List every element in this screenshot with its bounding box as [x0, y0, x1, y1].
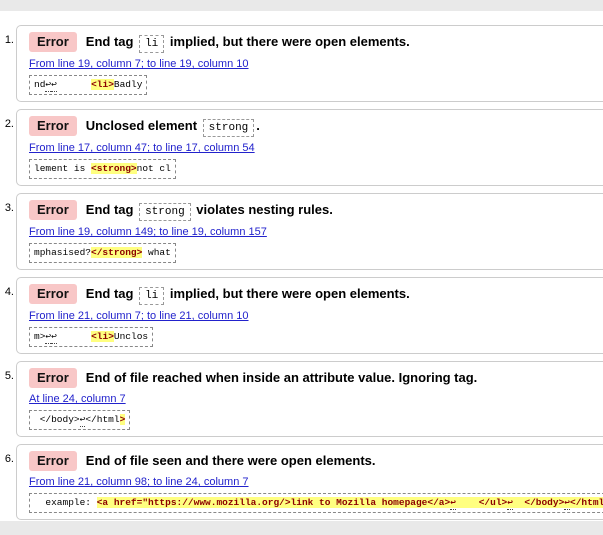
error-extract-row: mphasised?</strong> what [29, 243, 603, 263]
error-location-link[interactable]: From line 19, column 149; to line 19, co… [29, 226, 267, 238]
error-number: 5. [0, 370, 14, 382]
error-extract-row: m>↩↩ <li>Unclos [29, 327, 603, 347]
error-message: Error End of file seen and there were ope… [29, 451, 603, 471]
error-location: From line 19, column 149; to line 19, co… [29, 224, 603, 239]
newline-mark: ↩ [51, 79, 57, 92]
error-number: 1. [0, 34, 14, 46]
newline-mark: ↩ [450, 497, 456, 510]
error-message-code-token: strong [139, 203, 191, 221]
error-item: 5. ErrorEnd of file reached when inside … [16, 361, 603, 437]
error-message-code-token: li [139, 35, 164, 53]
newline-mark: ↩ [80, 414, 86, 427]
error-message: Error End tag li implied, but there were … [29, 32, 603, 53]
error-location: From line 17, column 47; to line 17, col… [29, 140, 603, 155]
error-message-text: Unclosed element [86, 118, 201, 133]
error-source-extract: mphasised?</strong> what [29, 243, 176, 263]
error-message-code-token: strong [203, 119, 255, 137]
error-number: 4. [0, 286, 14, 298]
error-extract-row: nd↩↩ <li>Badly [29, 75, 603, 95]
error-source-extract: nd↩↩ <li>Badly [29, 75, 147, 95]
error-message-text-suffix: implied, but there were open elements. [166, 34, 409, 49]
error-item: 2. ErrorUnclosed element strong. From li… [16, 109, 603, 186]
error-badge: Error [29, 451, 77, 471]
error-message-text: End of file seen and there were open ele… [86, 453, 376, 468]
error-location: At line 24, column 7 [29, 391, 603, 406]
error-extract-row: example: <a href="https://www.mozilla.or… [29, 493, 603, 513]
error-location-link[interactable]: From line 21, column 98; to line 24, col… [29, 476, 249, 488]
error-box: Error End of file seen and there were ope… [16, 444, 603, 520]
error-message: Error End tag strong violates nesting rul… [29, 200, 603, 221]
error-extract-row: </body>↩</html> [29, 410, 603, 430]
newline-mark: ↩ [507, 497, 513, 510]
error-location-link[interactable]: At line 24, column 7 [29, 393, 126, 405]
error-message-text-suffix: . [256, 118, 260, 133]
error-location: From line 19, column 7; to line 19, colu… [29, 56, 603, 71]
error-message: Error End of file reached when inside an … [29, 368, 603, 388]
error-location: From line 21, column 98; to line 24, col… [29, 474, 603, 489]
error-item: 1. ErrorEnd tag li implied, but there we… [16, 25, 603, 102]
error-message: Error Unclosed element strong. [29, 116, 603, 137]
results-panel: 1. Error End tag li implied, but there we… [0, 11, 603, 521]
error-message-text-suffix: implied, but there were open elements. [166, 286, 409, 301]
error-extract-row: lement is <strong>not cl [29, 159, 603, 179]
error-badge: Error [29, 116, 77, 136]
error-source-extract: example: <a href="https://www.mozilla.or… [29, 493, 603, 513]
error-box: Error Unclosed element strong. From line … [16, 109, 603, 186]
newline-mark: ↩ [564, 497, 570, 510]
error-badge: Error [29, 284, 77, 304]
error-number: 3. [0, 202, 14, 214]
error-message-text: End tag [86, 34, 137, 49]
error-message-text: End tag [86, 202, 137, 217]
error-box: Error End tag li implied, but there were … [16, 25, 603, 102]
error-source-extract: </body>↩</html> [29, 410, 130, 430]
error-badge: Error [29, 368, 77, 388]
error-location: From line 21, column 7; to line 21, colu… [29, 308, 603, 323]
error-source-extract: lement is <strong>not cl [29, 159, 176, 179]
error-number: 6. [0, 453, 14, 465]
error-location-link[interactable]: From line 17, column 47; to line 17, col… [29, 142, 255, 154]
newline-mark: ↩ [51, 331, 57, 344]
error-number: 2. [0, 118, 14, 130]
error-location-link[interactable]: From line 21, column 7; to line 21, colu… [29, 310, 249, 322]
error-message-text-suffix: violates nesting rules. [193, 202, 333, 217]
error-list: 1. Error End tag li implied, but there we… [0, 25, 603, 521]
error-item: 3. ErrorEnd tag strong violates nesting … [16, 193, 603, 270]
error-box: Error End of file reached when inside an … [16, 361, 603, 437]
error-message: Error End tag li implied, but there were … [29, 284, 603, 305]
error-message-text: End of file reached when inside an attri… [86, 370, 478, 385]
error-item: 6. ErrorEnd of file seen and there were … [16, 444, 603, 520]
error-message-code-token: li [139, 287, 164, 305]
error-box: Error End tag li implied, but there were … [16, 277, 603, 354]
error-item: 4. ErrorEnd tag li implied, but there we… [16, 277, 603, 354]
error-message-text: End tag [86, 286, 137, 301]
error-badge: Error [29, 32, 77, 52]
error-box: Error End tag strong violates nesting rul… [16, 193, 603, 270]
error-badge: Error [29, 200, 77, 220]
error-location-link[interactable]: From line 19, column 7; to line 19, colu… [29, 58, 249, 70]
error-source-extract: m>↩↩ <li>Unclos [29, 327, 153, 347]
